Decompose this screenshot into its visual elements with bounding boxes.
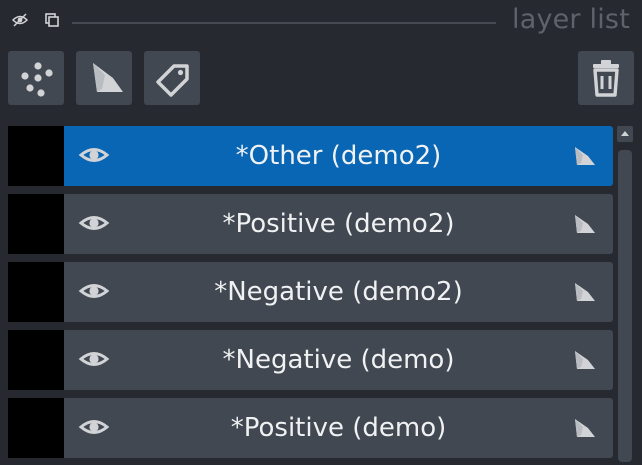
layer-row[interactable]: *Positive (demo2) [8,194,613,254]
layer-name[interactable]: *Positive (demo) [104,398,573,458]
new-shapes-layer-button[interactable] [76,51,132,105]
layer-name[interactable]: *Negative (demo) [104,330,573,390]
new-points-layer-button[interactable] [8,51,64,105]
layer-thumbnail [8,330,64,390]
chevron-up-icon [621,131,629,136]
header-divider [72,22,496,24]
trash-icon [593,60,619,97]
shape-polygon-icon [575,215,595,233]
layer-item-body[interactable]: *Positive (demo2) [64,194,613,254]
layer-row[interactable]: *Other (demo2) [8,126,613,186]
layer-item-body[interactable]: *Negative (demo) [64,330,613,390]
layer-row[interactable]: *Negative (demo) [8,330,613,390]
layer-row[interactable]: *Positive (demo) [8,398,613,458]
layer-thumbnail [8,398,64,458]
scrollbar-handle[interactable] [618,150,632,462]
layer-name[interactable]: *Positive (demo2) [104,194,573,254]
layer-item-body[interactable]: *Other (demo2) [64,126,613,186]
layer-thumbnail [8,262,64,322]
layer-item-body[interactable]: *Positive (demo) [64,398,613,458]
delete-layer-button[interactable] [578,51,634,105]
shape-polygon-icon [575,283,595,301]
panel-title: layer list [512,4,630,35]
points-icon [21,62,53,97]
tag-icon [156,64,189,97]
layer-row[interactable]: *Negative (demo2) [8,262,613,322]
layer-item-body[interactable]: *Negative (demo2) [64,262,613,322]
layer-name[interactable]: *Other (demo2) [104,126,573,186]
shape-polygon-icon [575,147,595,165]
shape-polygon-icon [575,351,595,369]
shape-polygon-icon [93,63,123,92]
float-window-icon[interactable] [44,12,60,28]
shape-polygon-icon [575,419,595,437]
layer-name[interactable]: *Negative (demo2) [104,262,573,322]
layer-thumbnail [8,126,64,186]
scroll-up-button[interactable] [617,126,633,142]
visibility-toggle-icon[interactable] [11,12,29,28]
new-labels-layer-button[interactable] [144,51,200,105]
layer-thumbnail [8,194,64,254]
